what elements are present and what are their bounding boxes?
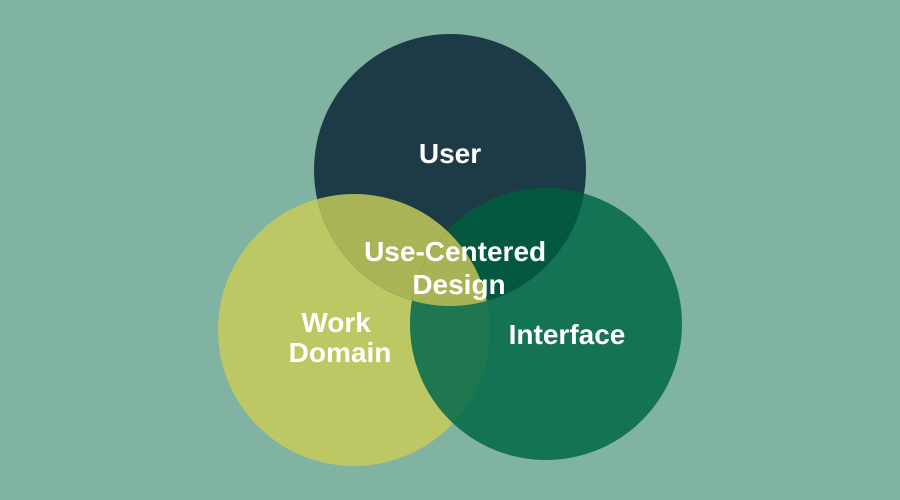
center-label-line-2: Design — [412, 269, 505, 300]
center-label-line-1: Use-Centered — [364, 236, 546, 267]
work-domain-label-line-2: Domain — [289, 337, 392, 368]
work-domain-label-line-1: Work — [301, 307, 371, 338]
interface-label: Interface — [509, 319, 626, 350]
venn-diagram: User Work Domain Interface Use-Centered … — [218, 34, 682, 466]
user-label: User — [419, 138, 481, 169]
work-domain-label: Work Domain — [289, 307, 392, 368]
venn-diagram-stage: User Work Domain Interface Use-Centered … — [0, 0, 900, 500]
